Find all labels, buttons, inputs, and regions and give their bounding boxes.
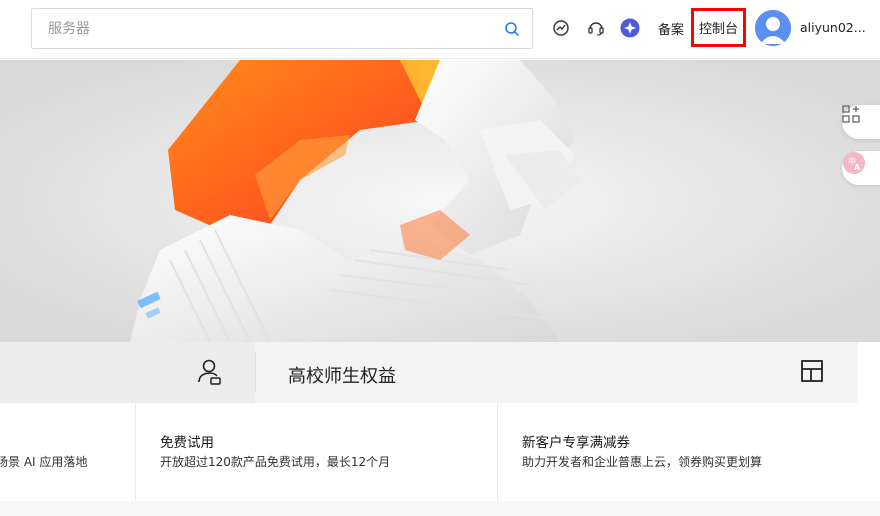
translate-icon: 中 A [843, 152, 865, 174]
svg-text:A: A [854, 163, 861, 172]
search-box [31, 8, 533, 49]
hero-illustration [0, 60, 880, 342]
bottom-strip [0, 501, 880, 516]
ai-assistant-icon[interactable] [620, 18, 640, 38]
card-desc: 助力开发者和企业普惠上云，领券购买更划算 [522, 455, 763, 469]
console-link[interactable]: 控制台 [699, 18, 738, 37]
search-icon[interactable] [504, 21, 520, 37]
promo-card-ai[interactable]: 场景 AI 应用落地 [0, 403, 135, 501]
promo-card-free-trial[interactable]: 免费试用 开放超过120款产品免费试用，最长12个月 [136, 403, 497, 501]
support-headset-icon[interactable] [586, 18, 606, 38]
search-input[interactable] [32, 9, 492, 48]
card-title: 新客户专享满减券 [522, 435, 630, 451]
benefit-title[interactable]: 高校师生权益 [288, 362, 396, 388]
beian-link[interactable]: 备案 [658, 19, 684, 38]
user-avatar-icon [755, 10, 791, 46]
float-translate-button[interactable]: 中 A [842, 151, 880, 185]
user-badge-icon[interactable] [196, 358, 222, 386]
float-apps-button[interactable] [842, 105, 880, 139]
avatar[interactable] [755, 10, 791, 46]
apps-plus-icon [842, 105, 860, 123]
username[interactable]: aliyun02... [800, 20, 866, 35]
card-title: 免费试用 [160, 435, 214, 451]
divider [255, 352, 256, 392]
promo-cards: 场景 AI 应用落地 免费试用 开放超过120款产品免费试用，最长12个月 新客… [0, 403, 858, 501]
layout-icon[interactable] [800, 358, 826, 384]
console-link-highlight[interactable]: 控制台 [691, 8, 746, 47]
dashboard-icon[interactable] [551, 18, 571, 38]
hero-banner: 中 A [0, 60, 880, 342]
page: 备案 控制台 aliyun02... [0, 0, 880, 516]
benefit-bar: 高校师生权益 [0, 342, 858, 403]
top-header: 备案 控制台 aliyun02... [0, 0, 880, 59]
promo-card-coupon[interactable]: 新客户专享满减券 助力开发者和企业普惠上云，领券购买更划算 [498, 403, 858, 501]
card-desc: 场景 AI 应用落地 [0, 455, 88, 469]
card-desc: 开放超过120款产品免费试用，最长12个月 [160, 455, 391, 469]
